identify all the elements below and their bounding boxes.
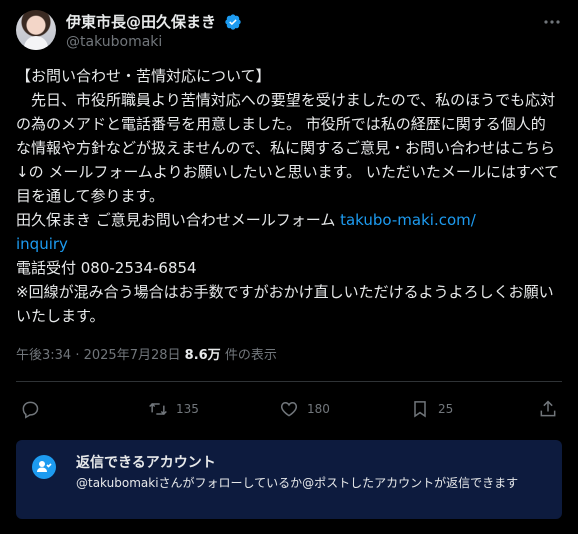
share-icon (540, 400, 556, 417)
post-time[interactable]: 午後3:34 (16, 348, 71, 363)
reply-settings-text: @takubomakiさんがフォローしているか@ポストしたアカウントが返信できま… (76, 476, 519, 490)
post-date[interactable]: 2025年7月28日 (84, 348, 181, 363)
post-heading: 【お問い合わせ・苦情対応について】 (16, 67, 271, 85)
reply-icon (22, 401, 39, 419)
like-count: 180 (307, 402, 330, 416)
like-icon (280, 401, 298, 417)
view-count: 8.6万 (184, 348, 221, 363)
meta-separator: · (71, 348, 84, 363)
reply-settings-box: 返信できるアカウント @takubomakiさんがフォローしているか@ポストした… (16, 440, 562, 519)
more-icon[interactable] (542, 14, 562, 30)
avatar[interactable] (16, 10, 56, 50)
note-line: ※回線が混み合う場合はお手数ですがおかけ直しいただけるようよろしくお願いいたしま… (16, 283, 554, 325)
post-paragraph: 先日、市役所職員より苦情対応への要望を受けましたので、私のほうでも応対の為のメア… (16, 91, 560, 205)
views-label: 件の表示 (220, 348, 277, 363)
bookmark-button[interactable]: 25 (410, 398, 453, 420)
post-body: 【お問い合わせ・苦情対応について】 先日、市役所職員より苦情対応への要望を受けま… (16, 64, 560, 328)
display-name[interactable]: 伊東市長@田久保まき (66, 12, 216, 32)
reply-settings-title: 返信できるアカウント (76, 455, 216, 471)
post-meta: 午後3:34 · 2025年7月28日 8.6万 件の表示 (16, 347, 277, 365)
retweet-icon (149, 402, 167, 416)
verified-icon (225, 13, 241, 30)
action-bar: 135 180 25 (16, 392, 562, 426)
author-names: 伊東市長@田久保まき @takubomaki (66, 11, 242, 52)
post-header: 伊東市長@田久保まき @takubomaki (16, 10, 562, 54)
divider (16, 381, 562, 382)
bookmark-count: 25 (438, 402, 454, 416)
handle[interactable]: @takubomaki (66, 33, 242, 52)
share-button[interactable] (538, 398, 566, 420)
reply-button[interactable] (20, 398, 48, 420)
retweet-button[interactable]: 135 (148, 398, 199, 420)
bookmark-icon (414, 401, 426, 418)
like-button[interactable]: 180 (279, 398, 330, 420)
form-label: 田久保まき ご意見お問い合わせメールフォーム (16, 211, 341, 229)
retweet-count: 135 (176, 402, 199, 416)
person-check-icon (32, 455, 56, 479)
phone-line: 電話受付 080-2534-6854 (16, 259, 197, 277)
